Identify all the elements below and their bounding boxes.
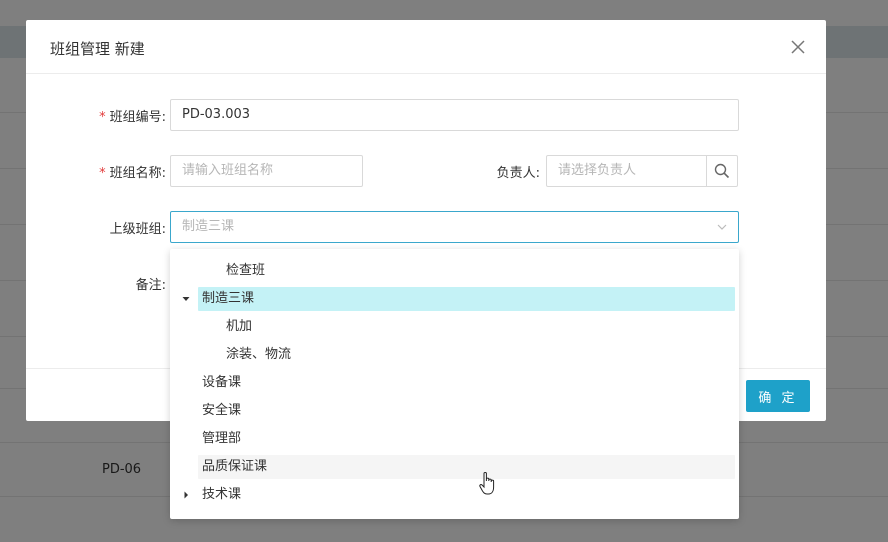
modal-title: 班组管理 新建 [50,40,145,58]
tree-node-shebei-ke[interactable]: 设备课 [198,371,735,395]
team-code-label: * 班组编号: [99,110,166,125]
required-mark: * [99,166,106,181]
caret-right-icon[interactable] [182,491,190,499]
tree-node-jianchaban[interactable]: 检查班 [198,259,735,283]
parent-team-select[interactable]: 制造三课 [170,211,739,243]
leader-label: 负责人: [496,166,540,181]
tree-node-jijia[interactable]: 机加 [198,315,735,339]
close-icon [791,40,805,54]
tree-node-zhizao-sanke[interactable]: 制造三课 [198,287,735,311]
parent-team-selected-value: 制造三课 [182,219,235,234]
remark-label: 备注: [135,278,166,293]
search-icon [714,163,730,179]
close-button[interactable] [788,37,808,57]
tree-node-guanli-bu[interactable]: 管理部 [198,427,735,451]
parent-team-tree-dropdown: 检查班 制造三课 机加 涂装、物流 设备课 安全课 管理部 品质保证课 技术课 [170,249,739,519]
hand-cursor-icon [479,472,495,495]
modal-header: 班组管理 新建 [26,20,826,74]
leader-input[interactable]: 请选择负责人 [546,155,707,187]
parent-team-label: 上级班组: [109,222,166,237]
chevron-down-icon [717,224,727,230]
leader-search-button[interactable] [706,155,738,187]
team-name-input[interactable]: 请输入班组名称 [170,155,363,187]
tree-node-jishu-ke[interactable]: 技术课 [198,483,735,507]
tree-node-pinzhi-baozheng-ke[interactable]: 品质保证课 [198,455,735,479]
caret-down-icon[interactable] [182,295,190,303]
team-name-label: * 班组名称: [99,166,166,181]
tree-node-anquan-ke[interactable]: 安全课 [198,399,735,423]
confirm-button[interactable]: 确 定 [746,380,810,412]
team-code-input[interactable]: PD-03.003 [170,99,739,131]
required-mark: * [99,110,106,125]
tree-node-tuzhuang-wuliu[interactable]: 涂装、物流 [198,343,735,367]
